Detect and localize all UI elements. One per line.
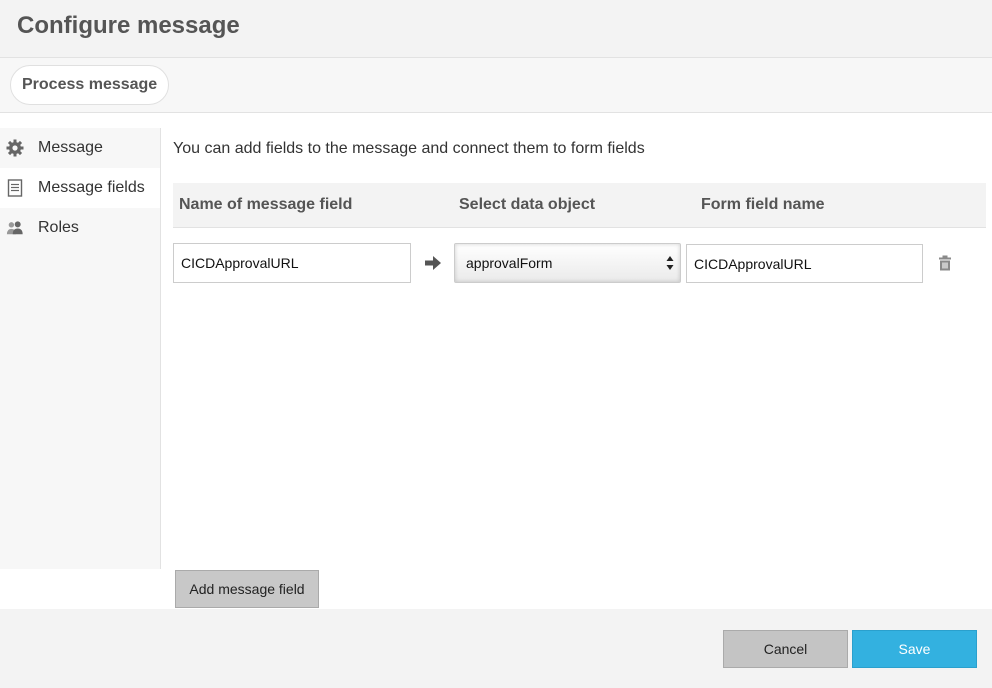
add-message-field-button[interactable]: Add message field xyxy=(175,570,319,608)
table-header: Name of message field Select data object… xyxy=(173,183,986,228)
tab-process-message[interactable]: Process message xyxy=(10,65,170,105)
arrow-right-icon xyxy=(425,256,441,270)
document-icon xyxy=(6,179,24,197)
dialog-footer: Cancel Save xyxy=(0,609,992,688)
cancel-button[interactable]: Cancel xyxy=(723,630,848,668)
gear-icon xyxy=(6,139,24,157)
column-header-form-field: Form field name xyxy=(701,196,825,213)
sidebar-item-roles[interactable]: Roles xyxy=(0,208,160,248)
sidebar-item-label: Roles xyxy=(38,219,79,236)
sidebar-item-label: Message xyxy=(38,139,103,156)
message-field-name-input[interactable]: CICDApprovalURL xyxy=(173,243,411,283)
intro-text: You can add fields to the message and co… xyxy=(173,140,645,157)
sidebar-item-message[interactable]: Message xyxy=(0,128,160,168)
trash-icon[interactable] xyxy=(938,255,952,271)
column-header-message-field: Name of message field xyxy=(179,196,353,213)
data-object-select-value: approvalForm xyxy=(466,255,553,271)
form-field-name-input[interactable]: CICDApprovalURL xyxy=(686,244,923,283)
select-caret-icon xyxy=(666,256,674,270)
sidebar-item-label: Message fields xyxy=(38,179,145,196)
sidebar: Message Message fields Roles xyxy=(0,128,161,569)
data-object-select[interactable]: approvalForm xyxy=(454,243,681,283)
dialog-header: Configure message xyxy=(0,0,992,58)
dialog-title: Configure message xyxy=(17,12,240,39)
users-icon xyxy=(6,219,24,237)
save-button[interactable]: Save xyxy=(852,630,977,668)
column-header-data-object: Select data object xyxy=(459,196,596,213)
tab-bar: Process message xyxy=(0,58,992,113)
sidebar-item-message-fields[interactable]: Message fields xyxy=(0,168,160,208)
